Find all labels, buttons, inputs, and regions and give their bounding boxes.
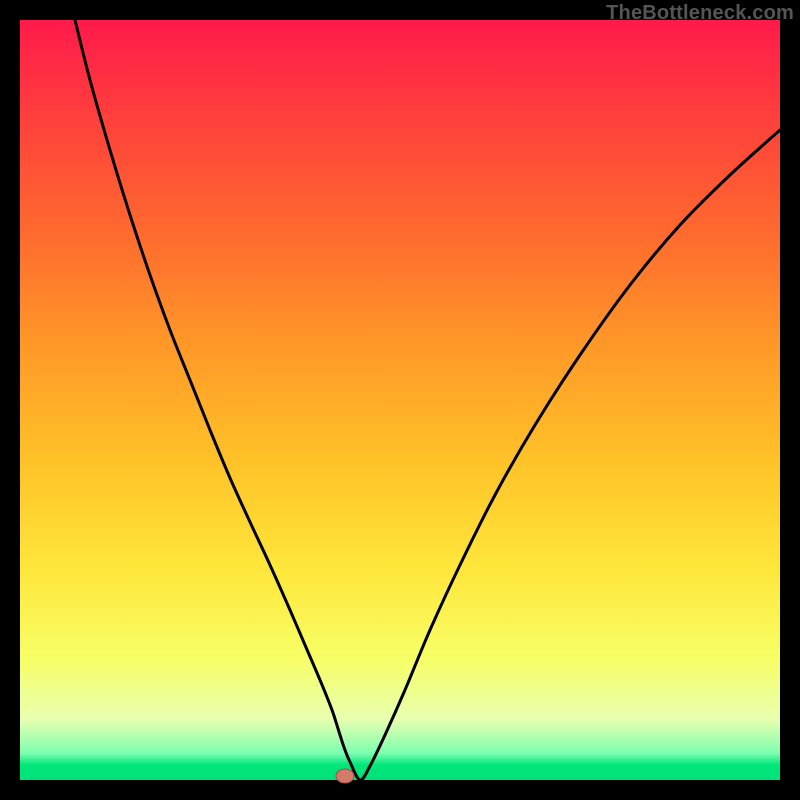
chart-svg: [20, 20, 780, 780]
bottleneck-curve: [75, 20, 780, 780]
chart-frame: TheBottleneck.com: [0, 0, 800, 800]
minimum-marker: [336, 769, 354, 783]
plot-area: [20, 20, 780, 780]
